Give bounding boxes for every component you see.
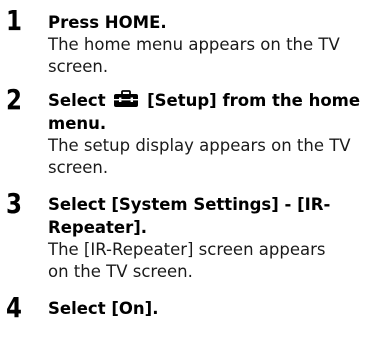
step-description-line: The home menu appears on the TV (48, 35, 340, 54)
toolbox-icon (113, 90, 139, 114)
step-description-line: The [IR-Repeater] screen appears (48, 240, 326, 259)
step-number: 3 (6, 187, 22, 220)
step-title-line: Repeater]. (48, 218, 148, 237)
step-title-line: Select [Setup] from the home (48, 89, 366, 114)
step-description-line: screen. (48, 57, 109, 76)
step-title-line: Select [On]. (48, 299, 159, 318)
step-title-line: Select [System Settings] - [IR- (48, 195, 331, 214)
step-title-line: Press HOME. (48, 13, 167, 32)
step-title-text: Select (48, 91, 106, 110)
step-title-text: [Setup] from the home (147, 91, 361, 110)
step-number: 2 (6, 83, 22, 116)
step-description-line: The setup display appears on the TV (48, 136, 351, 155)
step-description-line: screen. (48, 158, 109, 177)
step-title-line: menu. (48, 114, 107, 133)
step-number: 1 (6, 4, 22, 37)
step-number: 4 (6, 291, 22, 324)
step-description-line: on the TV screen. (48, 262, 193, 281)
